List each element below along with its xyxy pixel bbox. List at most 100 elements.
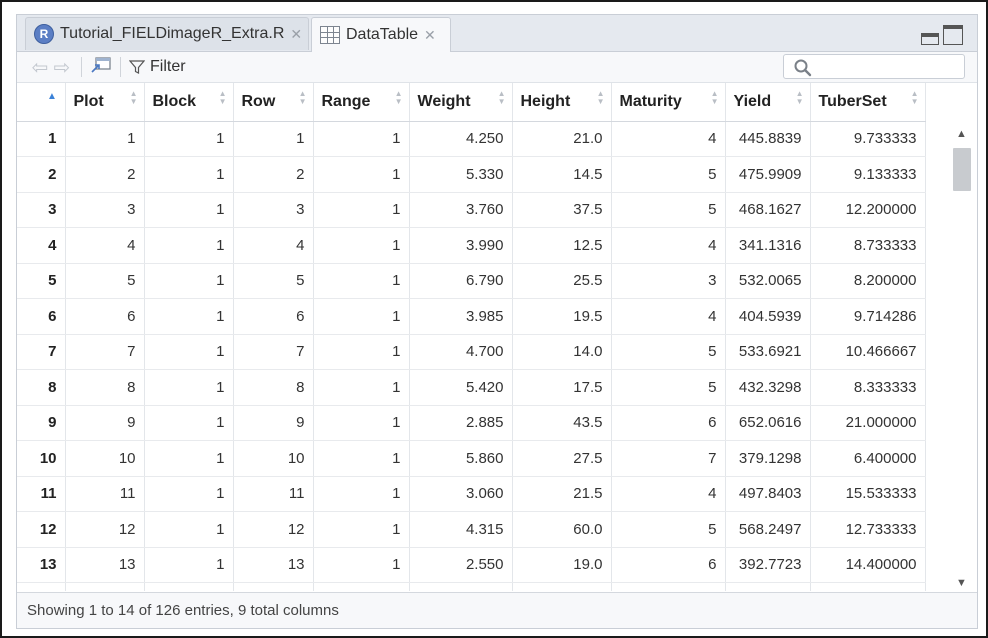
row-index-cell: 6 [17, 298, 66, 335]
sort-icon[interactable]: ▲ ▼ [130, 90, 138, 106]
table-cell: 1 [313, 298, 410, 335]
table-row[interactable]: 10 10 1 10 1 5.860 27.5 7 379.1298 6.400000 [17, 440, 926, 477]
table-cell: 4 [233, 227, 314, 264]
table-cell: 652.0616 [725, 405, 811, 441]
tab-script[interactable]: R Tutorial_FIELDimageR_Extra.R ✕ [25, 17, 309, 50]
table-row[interactable]: 9 9 1 9 1 2.885 43.5 6 652.0616 21.000000 [17, 405, 926, 441]
table-cell: 27.5 [512, 440, 612, 477]
sort-icon[interactable]: ▲ ▼ [299, 90, 307, 106]
table-row[interactable]: 11 11 1 11 1 3.060 21.5 4 497.8403 15.533333 [17, 476, 926, 512]
table-cell: 11 [233, 476, 314, 512]
table-cell: 1 [144, 440, 234, 477]
sort-icon[interactable]: ▲ ▼ [796, 90, 804, 106]
column-header-weight[interactable]: Weight ▲ ▼ [409, 83, 513, 122]
row-index-cell: 4 [17, 227, 66, 264]
table-cell: 21.0 [512, 121, 612, 157]
table-row[interactable]: 8 8 1 8 1 5.420 17.5 5 432.3298 8.333333 [17, 369, 926, 406]
table-cell: 10.466667 [810, 334, 926, 370]
table-cell: 404.5939 [725, 298, 811, 335]
sort-icon[interactable]: ▲ ▼ [395, 90, 403, 106]
table-row[interactable] [17, 582, 926, 591]
table-cell: 1 [144, 334, 234, 370]
table-row[interactable]: 6 6 1 6 1 3.985 19.5 4 404.5939 9.714286 [17, 298, 926, 335]
row-index-cell: 3 [17, 192, 66, 228]
column-header-block[interactable]: Block ▲ ▼ [144, 83, 234, 122]
table-cell: 497.8403 [725, 476, 811, 512]
table-row[interactable]: 4 4 1 4 1 3.990 12.5 4 341.1316 8.733333 [17, 227, 926, 264]
column-header-label: Range [321, 92, 371, 110]
table-cell: 21.000000 [810, 405, 926, 441]
column-header-row[interactable]: Row ▲ ▼ [233, 83, 314, 122]
sort-icon[interactable]: ▲ ▼ [911, 90, 919, 106]
table-cell [409, 582, 513, 591]
table-cell: 1 [313, 511, 410, 548]
header-row: ▲ Plot ▲ ▼ Block ▲ ▼ Row ▲ ▼ Range ▲ ▼ Weight ▲ ▼ Height… [17, 83, 926, 122]
table-cell: 1 [144, 298, 234, 335]
table-row[interactable]: 3 3 1 3 1 3.760 37.5 5 468.1627 12.200000 [17, 192, 926, 228]
row-index-cell: 10 [17, 440, 66, 477]
table-cell: 4 [611, 476, 726, 512]
column-header-label: Block [152, 92, 197, 110]
table-row[interactable]: 2 2 1 2 1 5.330 14.5 5 475.9909 9.133333 [17, 156, 926, 193]
table-cell: 17.5 [512, 369, 612, 406]
sort-icon[interactable]: ▲ ▼ [498, 90, 506, 106]
close-icon[interactable]: ✕ [424, 27, 436, 44]
table-cell: 12 [65, 511, 145, 548]
scroll-down-icon[interactable]: ▼ [956, 577, 967, 589]
table-cell: 5 [611, 369, 726, 406]
scrollbar-thumb[interactable] [953, 148, 971, 191]
table-row[interactable]: 13 13 1 13 1 2.550 19.0 6 392.7723 14.400000 [17, 547, 926, 583]
table-cell: 9.733333 [810, 121, 926, 157]
table-cell: 60.0 [512, 511, 612, 548]
data-grid: ▲ Plot ▲ ▼ Block ▲ ▼ Row ▲ ▼ Range ▲ ▼ Weight ▲ ▼ Height… [17, 83, 977, 591]
table-cell: 15.533333 [810, 476, 926, 512]
scroll-up-icon[interactable]: ▲ [956, 128, 967, 140]
column-header-maturity[interactable]: Maturity ▲ ▼ [611, 83, 726, 122]
table-cell: 1 [313, 440, 410, 477]
column-header-label: Maturity [619, 92, 682, 110]
forward-arrow-icon[interactable]: ⇨ [51, 55, 73, 80]
filter-label: Filter [150, 58, 186, 75]
search-input[interactable] [783, 54, 965, 79]
table-cell: 1 [313, 405, 410, 441]
table-row[interactable]: 12 12 1 12 1 4.315 60.0 5 568.2497 12.733333 [17, 511, 926, 548]
popout-window-icon[interactable] [90, 56, 112, 79]
close-icon[interactable]: ✕ [290, 26, 302, 43]
sort-icon[interactable]: ▲ ▼ [219, 90, 227, 106]
table-cell: 12.200000 [810, 192, 926, 228]
column-header-range[interactable]: Range ▲ ▼ [313, 83, 410, 122]
back-arrow-icon[interactable]: ⇦ [29, 55, 51, 80]
table-row[interactable]: 1 1 1 1 1 4.250 21.0 4 445.8839 9.733333 [17, 121, 926, 157]
column-header-plot[interactable]: Plot ▲ ▼ [65, 83, 145, 122]
sort-icon[interactable]: ▲ ▼ [597, 90, 605, 106]
app-frame: R Tutorial_FIELDimageR_Extra.R ✕ DataTab… [0, 0, 988, 638]
vertical-scrollbar[interactable]: ▲ ▼ [951, 124, 973, 591]
data-viewer-pane: R Tutorial_FIELDimageR_Extra.R ✕ DataTab… [16, 14, 978, 629]
column-header-index[interactable]: ▲ [17, 83, 66, 122]
tab-datatable[interactable]: DataTable ✕ [311, 17, 451, 52]
sort-icon[interactable]: ▲ ▼ [711, 90, 719, 106]
table-cell: 5.330 [409, 156, 513, 193]
sort-ascending-icon[interactable]: ▲ [47, 91, 57, 102]
data-table: ▲ Plot ▲ ▼ Block ▲ ▼ Row ▲ ▼ Range ▲ ▼ Weight ▲ ▼ Height… [17, 83, 926, 591]
minimize-icon[interactable] [921, 33, 939, 45]
table-cell: 12 [233, 511, 314, 548]
table-cell: 7 [611, 440, 726, 477]
table-cell: 9 [233, 405, 314, 441]
table-cell: 5 [611, 156, 726, 193]
column-header-yield[interactable]: Yield ▲ ▼ [725, 83, 811, 122]
maximize-icon[interactable] [943, 25, 963, 45]
column-header-height[interactable]: Height ▲ ▼ [512, 83, 612, 122]
filter-button[interactable]: Filter [129, 58, 186, 76]
table-cell: 1 [144, 476, 234, 512]
table-cell: 6.790 [409, 263, 513, 299]
table-cell: 468.1627 [725, 192, 811, 228]
table-row[interactable]: 5 5 1 5 1 6.790 25.5 3 532.0065 8.200000 [17, 263, 926, 299]
table-cell: 37.5 [512, 192, 612, 228]
table-cell: 1 [144, 405, 234, 441]
column-header-label: TuberSet [818, 92, 887, 110]
table-row[interactable]: 7 7 1 7 1 4.700 14.0 5 533.6921 10.466667 [17, 334, 926, 370]
column-header-tuberset[interactable]: TuberSet ▲ ▼ [810, 83, 926, 122]
table-cell: 4.700 [409, 334, 513, 370]
table-cell: 12.733333 [810, 511, 926, 548]
